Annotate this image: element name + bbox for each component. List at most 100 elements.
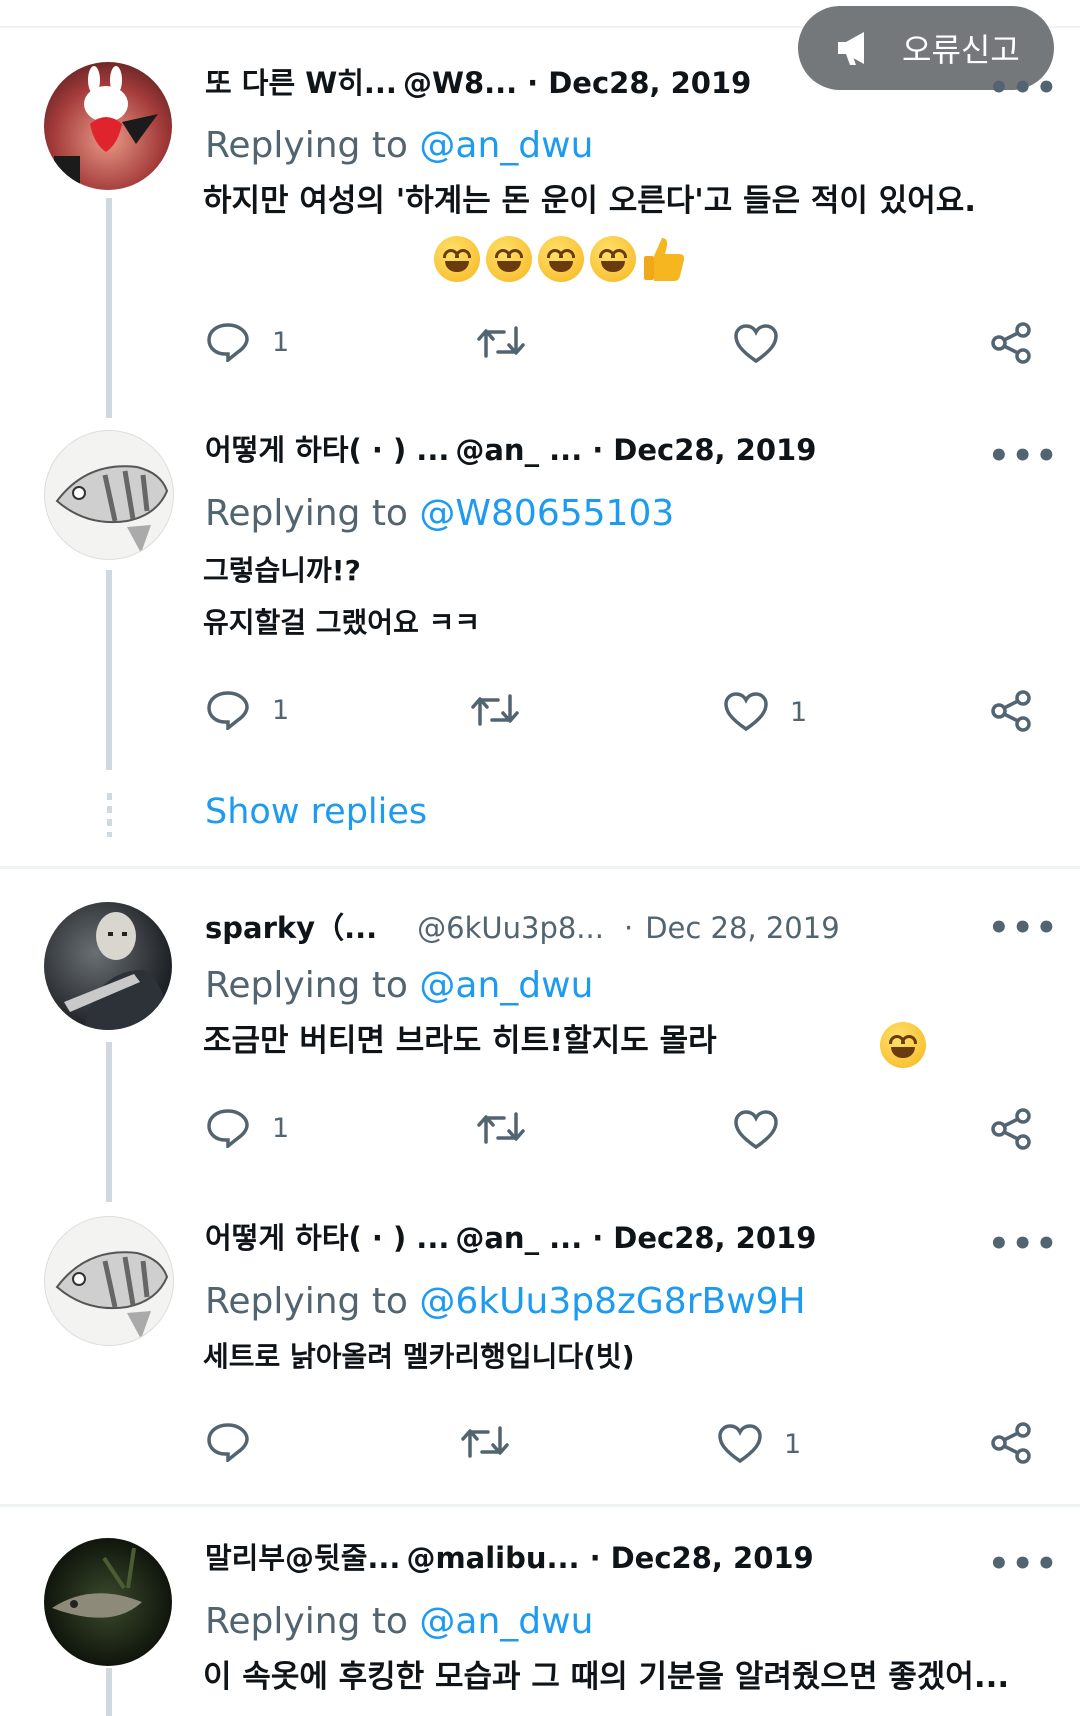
user-handle[interactable]: @malibu... (406, 1541, 579, 1575)
separator-dot: · (592, 433, 604, 467)
user-handle[interactable]: @6kUu3p8... (417, 911, 604, 945)
tweet-header: sparky（... @6kUu3p8... · Dec 28, 2019 (205, 906, 840, 950)
avatar[interactable] (44, 902, 172, 1030)
separator-dot: · (589, 1541, 601, 1575)
display-name[interactable]: 말리부@뒷줄... (205, 1541, 400, 1575)
replying-to: Replying to @6kUu3p8zG8rBw9H (205, 1278, 806, 1326)
reply-button[interactable] (206, 1422, 272, 1462)
reply-button[interactable]: 1 (206, 322, 289, 362)
mention-link[interactable]: @6kUu3p8zG8rBw9H (419, 1281, 805, 1322)
tweet-date[interactable]: Dec28, 2019 (613, 433, 816, 467)
tweet-header: 어떻게 하타( · ) ... @an_ ... · Dec28, 2019 (205, 1216, 816, 1260)
thread-line (106, 1668, 112, 1716)
tweet-text: 하지만 여성의 '하계는 돈 운이 오른다'고 들은 적이 있어요. (203, 183, 977, 219)
display-name[interactable]: 어떻게 하타( · ) ... (205, 433, 449, 467)
avatar-art (55, 465, 169, 553)
thread-line (106, 1042, 112, 1202)
like-button[interactable] (734, 324, 800, 364)
grinning-face-icon (880, 1022, 926, 1068)
user-handle[interactable]: @an_ ... (455, 1221, 582, 1255)
more-options-button[interactable]: ••• (988, 1547, 1059, 1581)
emoji-row (434, 234, 688, 284)
replying-label: Replying to (205, 1601, 408, 1642)
grinning-squinting-face-icon (590, 236, 636, 282)
thread-line (106, 570, 112, 770)
more-options-button[interactable]: ••• (988, 1227, 1059, 1261)
user-handle[interactable]: @an_ ... (455, 433, 582, 467)
more-options-button[interactable]: ••• (988, 439, 1059, 473)
reply-button[interactable]: 1 (206, 690, 289, 730)
user-handle[interactable]: @W8... (403, 66, 517, 100)
separator-dot: · (623, 911, 634, 945)
heart-icon (734, 1110, 778, 1150)
like-count: 1 (790, 696, 808, 728)
retweet-button[interactable] (476, 324, 526, 360)
replying-to: Replying to @W80655103 (205, 490, 674, 538)
avatar[interactable] (44, 62, 172, 190)
avatar-art (55, 1251, 169, 1339)
replying-label: Replying to (205, 125, 408, 166)
retweet-button[interactable] (476, 1110, 526, 1146)
heart-icon (734, 324, 778, 364)
replying-to: Replying to @an_dwu (205, 1598, 593, 1646)
share-button[interactable] (990, 690, 1032, 732)
mention-link[interactable]: @W80655103 (419, 493, 674, 534)
like-button[interactable] (734, 1110, 800, 1150)
reply-icon (207, 1109, 249, 1148)
avatar[interactable] (44, 1538, 172, 1666)
report-error-label: 오류신고 (902, 31, 1020, 69)
tweet-header: 어떻게 하타( · ) ... @an_ ... · Dec28, 2019 (205, 428, 816, 472)
replying-label: Replying to (205, 493, 408, 534)
separator-dot: · (527, 66, 539, 100)
retweet-icon (477, 326, 525, 358)
avatar-art (52, 1547, 142, 1618)
share-button[interactable] (990, 322, 1032, 364)
share-button[interactable] (990, 1108, 1032, 1150)
display-name[interactable]: 어떻게 하타( · ) ... (205, 1221, 449, 1255)
replying-to: Replying to @an_dwu (205, 962, 593, 1010)
emoji-row (880, 1022, 932, 1068)
mention-link[interactable]: @an_dwu (419, 1601, 593, 1642)
share-icon (991, 322, 1031, 364)
replying-label: Replying to (205, 1281, 408, 1322)
tweet-text-line: 유지할걸 그랬어요 ㅋㅋ (203, 606, 481, 639)
mention-link[interactable]: @an_dwu (419, 965, 593, 1006)
show-replies-link[interactable]: Show replies (205, 792, 427, 832)
megaphone-icon (838, 32, 864, 65)
tweet-date[interactable]: Dec28, 2019 (548, 66, 751, 100)
avatar[interactable] (44, 1216, 174, 1346)
retweet-icon (471, 694, 519, 726)
grinning-squinting-face-icon (538, 236, 584, 282)
reply-count: 1 (272, 326, 290, 358)
heart-icon (724, 692, 768, 732)
retweet-button[interactable] (460, 1424, 510, 1460)
like-button[interactable]: 1 (724, 692, 807, 732)
thread-divider (0, 1504, 1080, 1507)
more-options-button[interactable]: ••• (988, 71, 1059, 105)
share-button[interactable] (990, 1422, 1032, 1464)
mention-link[interactable]: @an_dwu (419, 125, 593, 166)
display-name[interactable]: sparky（... (205, 911, 377, 945)
reply-icon (207, 323, 249, 362)
thread-line (106, 198, 112, 418)
retweet-button[interactable] (470, 692, 520, 728)
like-button[interactable]: 1 (718, 1424, 801, 1464)
avatar[interactable] (44, 430, 174, 560)
grinning-squinting-face-icon (434, 236, 480, 282)
thread-divider (0, 866, 1080, 869)
tweet-date[interactable]: Dec28, 2019 (613, 1221, 816, 1255)
tweet-text-line: 그렇습니까!? (203, 554, 361, 587)
display-name[interactable]: 또 다른 W히... (205, 66, 397, 100)
tweet-date[interactable]: Dec 28, 2019 (645, 911, 839, 945)
more-options-button[interactable]: ••• (988, 911, 1059, 945)
tweet-header: 말리부@뒷줄... @malibu... · Dec28, 2019 (205, 1536, 814, 1580)
tweet-date[interactable]: Dec28, 2019 (611, 1541, 814, 1575)
share-icon (991, 1422, 1031, 1464)
reply-icon (207, 1423, 249, 1462)
tweet-text: 조금만 버티면 브라도 히트!할지도 몰라 (203, 1023, 717, 1059)
share-icon (991, 1108, 1031, 1150)
reply-button[interactable]: 1 (206, 1108, 289, 1148)
share-icon (991, 690, 1031, 732)
separator-dot: · (592, 1221, 604, 1255)
retweet-icon (461, 1426, 509, 1458)
